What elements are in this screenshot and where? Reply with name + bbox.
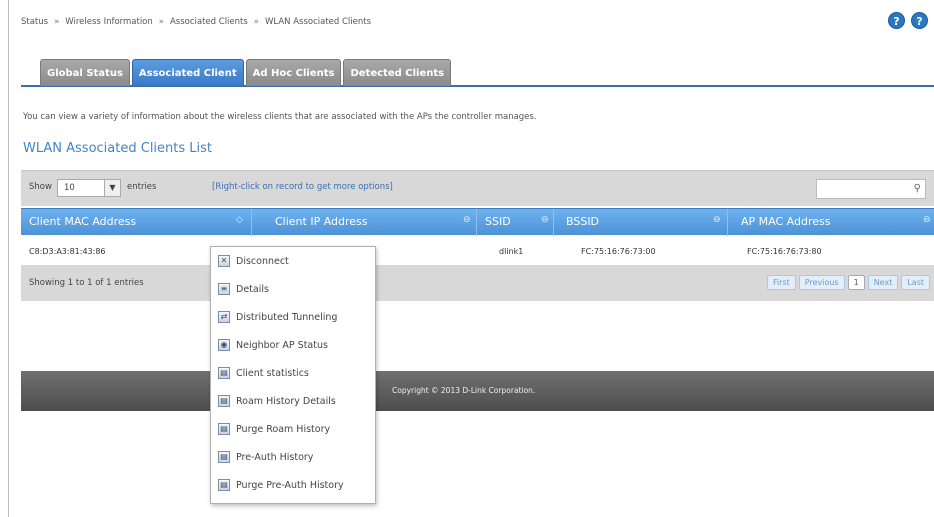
entries-select-value: 10 bbox=[64, 183, 75, 193]
sort-icon[interactable]: ◇ bbox=[236, 215, 243, 225]
context-menu-item-details[interactable]: ≡ Details bbox=[211, 275, 375, 303]
pager-next-button[interactable]: Next bbox=[867, 275, 899, 290]
context-menu-label: Pre-Auth History bbox=[236, 452, 314, 463]
details-icon: ≡ bbox=[218, 283, 230, 295]
breadcrumb-separator: » bbox=[158, 17, 164, 27]
show-label: Show bbox=[29, 182, 52, 192]
pagination: First Previous 1 Next Last bbox=[766, 275, 930, 290]
roam-history-icon: ▤ bbox=[218, 395, 230, 407]
sort-icon[interactable]: ⊖ bbox=[541, 215, 549, 225]
main-frame: Status » Wireless Information » Associated C… bbox=[8, 0, 934, 517]
breadcrumb-item-associated-clients[interactable]: Associated Clients bbox=[170, 17, 248, 27]
disconnect-icon: ✕ bbox=[218, 255, 230, 267]
neighbor-ap-icon: ◉ bbox=[218, 339, 230, 351]
sort-icon[interactable]: ⊖ bbox=[923, 215, 931, 225]
pager-last-button[interactable]: Last bbox=[901, 275, 930, 290]
column-header-ssid[interactable]: SSID bbox=[485, 215, 511, 228]
context-menu-item-disconnect[interactable]: ✕ Disconnect bbox=[211, 247, 375, 275]
breadcrumb-separator: » bbox=[54, 17, 60, 27]
context-menu-item-pre-auth-history[interactable]: ▤ Pre-Auth History bbox=[211, 443, 375, 471]
cell-ap-mac: FC:75:16:76:73:80 bbox=[747, 247, 822, 256]
cell-client-mac: C8:D3:A3:81:43:86 bbox=[29, 247, 106, 256]
column-divider bbox=[727, 209, 728, 236]
preauth-history-icon: ▤ bbox=[218, 451, 230, 463]
context-menu: ✕ Disconnect ≡ Details ⇄ Distributed Tun… bbox=[210, 246, 376, 504]
help-icon[interactable]: ? bbox=[888, 12, 905, 29]
tab-detected-clients[interactable]: Detected Clients bbox=[343, 59, 452, 86]
search-icon[interactable]: ⚲ bbox=[914, 183, 921, 194]
column-header-client-mac[interactable]: Client MAC Address bbox=[29, 215, 136, 228]
table-row[interactable]: C8:D3:A3:81:43:86 dlink1 FC:75:16:76:73:… bbox=[21, 237, 934, 265]
entries-label: entries bbox=[127, 182, 157, 192]
table-header: Client MAC Address ◇ Client IP Address ⊖… bbox=[21, 208, 934, 236]
column-divider bbox=[553, 209, 554, 236]
cell-bssid: FC:75:16:76:73:00 bbox=[581, 247, 656, 256]
context-menu-label: Purge Pre-Auth History bbox=[236, 480, 344, 491]
tab-global-status[interactable]: Global Status bbox=[40, 59, 130, 86]
sort-icon[interactable]: ⊖ bbox=[713, 215, 721, 225]
column-divider bbox=[251, 209, 252, 236]
column-header-client-ip[interactable]: Client IP Address bbox=[275, 215, 368, 228]
context-menu-item-purge-pre-auth-history[interactable]: ▤ Purge Pre-Auth History bbox=[211, 471, 375, 499]
list-title: WLAN Associated Clients List bbox=[23, 141, 213, 156]
context-menu-item-roam-history-details[interactable]: ▤ Roam History Details bbox=[211, 387, 375, 415]
context-menu-label: Neighbor AP Status bbox=[236, 340, 328, 351]
copyright-text: Copyright © 2013 D-Link Corporation. bbox=[392, 386, 536, 395]
table-toolbar: Show 10 ▼ entries [Right-click on record… bbox=[21, 170, 934, 206]
breadcrumb-separator: » bbox=[253, 17, 259, 27]
purge-preauth-icon: ▤ bbox=[218, 479, 230, 491]
context-menu-label: Purge Roam History bbox=[236, 424, 331, 435]
info-icon[interactable]: ? bbox=[911, 12, 928, 29]
pager-previous-button[interactable]: Previous bbox=[798, 275, 845, 290]
context-menu-label: Distributed Tunneling bbox=[236, 312, 338, 323]
search-input[interactable]: ⚲ bbox=[816, 179, 926, 199]
right-click-hint: [Right-click on record to get more optio… bbox=[212, 182, 393, 192]
context-menu-item-client-statistics[interactable]: ▤ Client statistics bbox=[211, 359, 375, 387]
context-menu-label: Disconnect bbox=[236, 256, 289, 267]
copyright-bar: Copyright © 2013 D-Link Corporation. bbox=[21, 371, 934, 411]
purge-roam-icon: ▤ bbox=[218, 423, 230, 435]
chevron-down-icon[interactable]: ▼ bbox=[104, 180, 120, 196]
intro-text: You can view a variety of information ab… bbox=[23, 112, 537, 122]
breadcrumb-item-wireless-information[interactable]: Wireless Information bbox=[65, 17, 152, 27]
tab-ad-hoc-clients[interactable]: Ad Hoc Clients bbox=[245, 59, 342, 86]
context-menu-item-neighbor-ap-status[interactable]: ◉ Neighbor AP Status bbox=[211, 331, 375, 359]
tunnel-icon: ⇄ bbox=[218, 311, 230, 323]
breadcrumb: Status » Wireless Information » Associated C… bbox=[21, 17, 371, 27]
column-header-ap-mac[interactable]: AP MAC Address bbox=[741, 215, 830, 228]
tab-associated-client[interactable]: Associated Client bbox=[131, 59, 244, 86]
context-menu-label: Client statistics bbox=[236, 368, 309, 379]
context-menu-item-purge-roam-history[interactable]: ▤ Purge Roam History bbox=[211, 415, 375, 443]
context-menu-label: Details bbox=[236, 284, 269, 295]
sort-icon[interactable]: ⊖ bbox=[463, 215, 471, 225]
context-menu-item-distributed-tunneling[interactable]: ⇄ Distributed Tunneling bbox=[211, 303, 375, 331]
table-footer: Showing 1 to 1 of 1 entries First Previo… bbox=[21, 265, 934, 301]
pager-first-button[interactable]: First bbox=[766, 275, 796, 290]
statistics-icon: ▤ bbox=[218, 367, 230, 379]
breadcrumb-item-wlan-associated-clients: WLAN Associated Clients bbox=[265, 17, 372, 27]
cell-ssid: dlink1 bbox=[499, 247, 524, 256]
help-icons: ? ? bbox=[888, 12, 928, 29]
tab-bar: Global Status Associated Client Ad Hoc C… bbox=[40, 58, 452, 86]
showing-entries: Showing 1 to 1 of 1 entries bbox=[29, 278, 144, 288]
context-menu-label: Roam History Details bbox=[236, 396, 336, 407]
column-divider bbox=[476, 209, 477, 236]
column-header-bssid[interactable]: BSSID bbox=[566, 215, 599, 228]
breadcrumb-item-status[interactable]: Status bbox=[21, 17, 48, 27]
pager-page-current[interactable]: 1 bbox=[847, 275, 865, 290]
entries-select[interactable]: 10 ▼ bbox=[57, 179, 121, 197]
